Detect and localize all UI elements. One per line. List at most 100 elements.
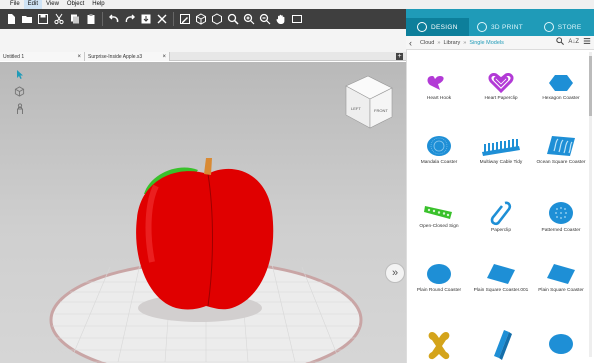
library-item[interactable]: Plain Square Coaster.001 (471, 262, 531, 294)
library-item[interactable]: Multiway Cable Tidy (471, 134, 531, 166)
zoom-out-icon[interactable] (258, 12, 272, 26)
paste-icon[interactable] (84, 12, 98, 26)
library-item[interactable]: Hexagon Coaster (531, 72, 591, 102)
library-item[interactable]: Paperclip (471, 200, 531, 234)
fullscreen-icon[interactable] (290, 12, 304, 26)
save-icon[interactable] (36, 12, 50, 26)
breadcrumb-separator-icon: » (437, 39, 441, 46)
doc-tab-apple[interactable]: Surprise-Inside Apple.s3 × (85, 52, 170, 61)
list-view-icon[interactable] (583, 37, 591, 47)
menu-file[interactable]: File (6, 0, 24, 9)
library-item-label: Heart Hook (426, 96, 452, 101)
zoom-fit-icon[interactable] (226, 12, 240, 26)
close-icon[interactable]: × (77, 54, 81, 60)
library-item[interactable]: Heart Hook (409, 72, 469, 102)
library-item-label: Plain Square Coaster (538, 288, 584, 293)
round-coaster-2-icon (549, 334, 573, 354)
library-item[interactable] (471, 326, 531, 362)
heart-paperclip-icon (488, 73, 514, 94)
library-item[interactable]: Mandala Coaster (409, 134, 469, 166)
menu-object[interactable]: Object (63, 0, 88, 9)
heart-hook-icon (427, 76, 444, 90)
tab-design[interactable]: DESIGN (406, 18, 469, 36)
view-cube-front-label: FRONT (374, 108, 388, 113)
doc-tab-untitled[interactable]: Untitled 1 × (0, 52, 85, 61)
import-icon[interactable] (139, 12, 153, 26)
library-scrollbar[interactable] (589, 52, 592, 357)
document-tabs: Untitled 1 × Surprise-Inside Apple.s3 × + (0, 52, 406, 61)
breadcrumb-library[interactable]: Library (443, 40, 460, 46)
patterned-coaster-icon (549, 202, 573, 224)
undo-icon[interactable] (107, 12, 121, 26)
apple-stem (204, 158, 212, 175)
redo-icon[interactable] (123, 12, 137, 26)
square-coaster-icon (547, 264, 575, 284)
library-item[interactable]: Patterned Coaster (531, 200, 591, 234)
library-item-label: Ocean Square Coaster (536, 160, 586, 165)
back-chevron-icon[interactable]: ‹ (409, 38, 417, 48)
panel-top-strip (406, 9, 594, 18)
open-folder-icon[interactable] (20, 12, 34, 26)
print-icon (477, 22, 487, 32)
hexagon-coaster-icon (549, 75, 573, 91)
library-item[interactable]: Plain Round Coaster (409, 262, 469, 294)
library-item[interactable]: Plain Square Coaster (531, 262, 591, 294)
menu-bar: File Edit View Object Help (0, 0, 594, 9)
tab-design-label: DESIGN (430, 23, 458, 31)
expand-panel-button[interactable]: » (385, 263, 405, 283)
doc-tab-label: Untitled 1 (3, 53, 25, 60)
panel-tabs: DESIGN 3D PRINT STORE (406, 18, 594, 36)
library-item-label: Patterned Coaster (541, 228, 581, 233)
model-library: Heart Hook Heart Paperclip Hexagon Coast… (406, 50, 594, 363)
library-item-label: Paperclip (491, 228, 511, 233)
library-item[interactable]: Heart Paperclip (471, 72, 531, 102)
sort-icon[interactable]: A↓Z (568, 39, 579, 45)
3d-viewport[interactable]: LEFT FRONT » (0, 62, 406, 363)
shape-icon[interactable] (210, 12, 224, 26)
add-tab-button[interactable]: + (396, 53, 403, 60)
open-closed-sign-icon (424, 206, 452, 219)
tab-3d-print[interactable]: 3D PRINT (469, 18, 532, 36)
library-item[interactable]: Open-Closed Sign (409, 200, 469, 230)
library-item-label: Open-Closed Sign (419, 224, 459, 229)
cut-icon[interactable] (52, 12, 66, 26)
library-tools: A↓Z (556, 37, 591, 47)
scene: LEFT FRONT (49, 75, 393, 363)
store-icon (543, 22, 554, 32)
zoom-in-icon[interactable] (242, 12, 256, 26)
mandala-coaster-icon (427, 136, 451, 156)
library-item-label: Heart Paperclip (484, 96, 518, 101)
library-item[interactable]: Ocean Square Coaster (531, 134, 591, 166)
tab-store[interactable]: STORE (531, 18, 594, 36)
close-icon[interactable]: × (162, 54, 166, 60)
edit-model-icon[interactable] (178, 12, 192, 26)
menu-view[interactable]: View (42, 0, 63, 9)
library-item-label: Plain Round Coaster (416, 288, 462, 293)
menu-edit[interactable]: Edit (23, 0, 43, 9)
view-cube[interactable]: LEFT FRONT (345, 75, 393, 129)
library-item[interactable] (409, 328, 469, 362)
select-cursor-icon[interactable] (14, 68, 26, 81)
toolbar-separator (102, 12, 103, 26)
copy-icon[interactable] (68, 12, 82, 26)
square-coaster-001-icon (487, 264, 515, 284)
breadcrumb-separator-icon: » (463, 39, 467, 46)
breadcrumb-single-models[interactable]: Single Models (469, 40, 504, 46)
new-file-icon[interactable] (4, 12, 18, 26)
ocean-coaster-icon (547, 136, 575, 156)
menu-help[interactable]: Help (88, 0, 108, 9)
breadcrumb-cloud[interactable]: Cloud (420, 40, 434, 46)
viewport-tools (13, 68, 26, 118)
chevron-right-icon: » (391, 267, 399, 279)
tab-store-label: STORE (557, 23, 582, 31)
bone-icon (428, 332, 450, 360)
pan-hand-icon[interactable] (274, 12, 288, 26)
figure-icon[interactable] (14, 102, 26, 115)
tab-3d-print-label: 3D PRINT (491, 23, 524, 31)
delete-icon[interactable] (155, 12, 169, 26)
cube-view-icon[interactable] (194, 12, 208, 26)
library-item[interactable] (531, 332, 591, 356)
library-item-label: Multiway Cable Tidy (479, 160, 523, 165)
cube-select-icon[interactable] (14, 85, 26, 98)
search-icon[interactable] (556, 37, 565, 47)
